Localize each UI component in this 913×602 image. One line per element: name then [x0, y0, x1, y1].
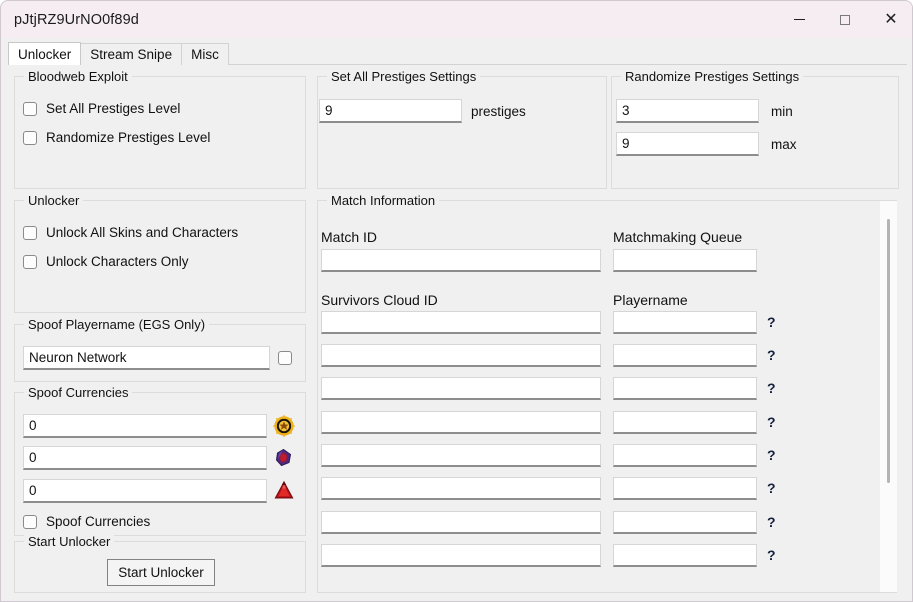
tab-unlocker-label: Unlocker — [18, 46, 72, 62]
scrollbar-thumb[interactable] — [887, 219, 890, 483]
start-unlocker-button[interactable]: Start Unlocker — [107, 559, 215, 586]
randomize-max-input[interactable]: 9 — [616, 132, 759, 156]
matchmaking-queue-input[interactable] — [613, 249, 757, 272]
matchmaking-queue-label: Matchmaking Queue — [613, 229, 743, 245]
survivor-playername-input-8[interactable] — [613, 544, 757, 567]
start-unlocker-legend: Start Unlocker — [24, 534, 115, 549]
survivor-cloud-id-input-7[interactable] — [321, 511, 601, 534]
currency-bloodpoints-input[interactable]: 0 — [23, 414, 267, 438]
help-icon-3[interactable]: ? — [767, 380, 776, 396]
survivor-cloud-id-input-3[interactable] — [321, 377, 601, 400]
set-all-prestiges-legend: Set All Prestiges Settings — [327, 69, 481, 84]
bloodpoints-icon — [273, 415, 295, 437]
checkbox-label: Unlock Characters Only — [46, 254, 189, 269]
checkbox-label: Randomize Prestiges Level — [46, 130, 211, 145]
survivor-cloud-id-input-2[interactable] — [321, 344, 601, 367]
tab-stream-snipe-label: Stream Snipe — [90, 47, 173, 62]
help-icon-4[interactable]: ? — [767, 414, 776, 430]
iridescent-shards-icon — [273, 479, 295, 501]
help-icon-2[interactable]: ? — [767, 347, 776, 363]
survivor-cloud-id-input-8[interactable] — [321, 544, 601, 567]
survivor-playername-input-7[interactable] — [613, 511, 757, 534]
help-icon-6[interactable]: ? — [767, 480, 776, 496]
checkbox-randomize-prestiges-level[interactable]: Randomize Prestiges Level — [23, 130, 210, 145]
checkbox-box[interactable] — [23, 514, 37, 529]
window-title: pJtjRZ9UrNO0f89d — [14, 11, 139, 28]
checkbox-label: Spoof Currencies — [46, 514, 151, 529]
prestiges-unit-label: prestiges — [471, 104, 526, 119]
checkbox-box[interactable] — [278, 351, 292, 365]
checkbox-box[interactable] — [23, 101, 37, 116]
close-icon: ✕ — [884, 10, 898, 28]
tab-misc-label: Misc — [191, 47, 219, 62]
randomize-min-input[interactable]: 3 — [616, 99, 759, 123]
auric-cells-icon — [273, 447, 295, 469]
prestiges-value-input[interactable]: 9 — [319, 99, 462, 123]
survivors-cloud-id-label: Survivors Cloud ID — [321, 292, 438, 308]
unlocker-legend: Unlocker — [24, 193, 84, 208]
survivor-playername-input-1[interactable] — [613, 311, 757, 334]
help-icon-1[interactable]: ? — [767, 314, 776, 330]
checkbox-unlock-all-skins-and-characters[interactable]: Unlock All Skins and Characters — [23, 225, 238, 240]
match-id-input[interactable] — [321, 249, 601, 272]
randomize-prestiges-legend: Randomize Prestiges Settings — [621, 69, 804, 84]
checkbox-label: Unlock All Skins and Characters — [46, 225, 239, 240]
currency-auric-cells-input[interactable]: 0 — [23, 446, 267, 470]
help-icon-5[interactable]: ? — [767, 447, 776, 463]
randomize-max-label: max — [771, 137, 797, 152]
maximize-button[interactable] — [822, 1, 868, 38]
window-controls: ✕ — [776, 1, 912, 38]
tab-stream-snipe[interactable]: Stream Snipe — [80, 43, 183, 65]
survivor-playername-input-2[interactable] — [613, 344, 757, 367]
minimize-icon — [793, 19, 805, 20]
survivor-playername-input-5[interactable] — [613, 444, 757, 467]
checkbox-box[interactable] — [23, 130, 37, 145]
checkbox-label: Set All Prestiges Level — [46, 101, 181, 116]
match-information-legend: Match Information — [327, 193, 440, 208]
checkbox-unlock-characters-only[interactable]: Unlock Characters Only — [23, 254, 189, 269]
maximize-icon — [840, 14, 850, 25]
match-id-label: Match ID — [321, 229, 378, 245]
tab-misc[interactable]: Misc — [181, 43, 229, 65]
survivor-cloud-id-input-4[interactable] — [321, 411, 601, 434]
survivor-playername-input-3[interactable] — [613, 377, 757, 400]
set-all-prestiges-settings-group: Set All Prestiges Settings — [317, 69, 607, 189]
tab-strip: Unlocker Stream Snipe Misc — [8, 42, 229, 65]
survivor-playername-input-6[interactable] — [613, 477, 757, 500]
spoof-playername-toggle[interactable] — [278, 351, 292, 365]
playername-label: Playername — [613, 292, 688, 308]
spoof-currencies-legend: Spoof Currencies — [24, 385, 133, 400]
app-window: pJtjRZ9UrNO0f89d ✕ Unlocker Stream Snipe… — [0, 0, 913, 602]
help-icon-8[interactable]: ? — [767, 547, 776, 563]
randomize-min-label: min — [771, 104, 793, 119]
spoof-playername-legend: Spoof Playername (EGS Only) — [24, 317, 210, 332]
checkbox-set-all-prestiges-level[interactable]: Set All Prestiges Level — [23, 101, 180, 116]
survivor-cloud-id-input-5[interactable] — [321, 444, 601, 467]
survivor-cloud-id-input-1[interactable] — [321, 311, 601, 334]
checkbox-box[interactable] — [23, 254, 37, 269]
checkbox-spoof-currencies[interactable]: Spoof Currencies — [23, 514, 150, 529]
bloodweb-exploit-legend: Bloodweb Exploit — [24, 69, 132, 84]
minimize-button[interactable] — [776, 1, 822, 38]
spoof-playername-input[interactable]: Neuron Network — [23, 346, 270, 370]
tab-unlocker[interactable]: Unlocker — [8, 42, 82, 65]
close-button[interactable]: ✕ — [868, 1, 912, 38]
checkbox-box[interactable] — [23, 225, 37, 240]
match-information-scrollbar[interactable] — [880, 201, 897, 592]
survivor-cloud-id-input-6[interactable] — [321, 477, 601, 500]
currency-iridescent-shards-input[interactable]: 0 — [23, 479, 267, 503]
title-bar: pJtjRZ9UrNO0f89d ✕ — [1, 1, 912, 38]
survivor-playername-input-4[interactable] — [613, 411, 757, 434]
help-icon-7[interactable]: ? — [767, 514, 776, 530]
